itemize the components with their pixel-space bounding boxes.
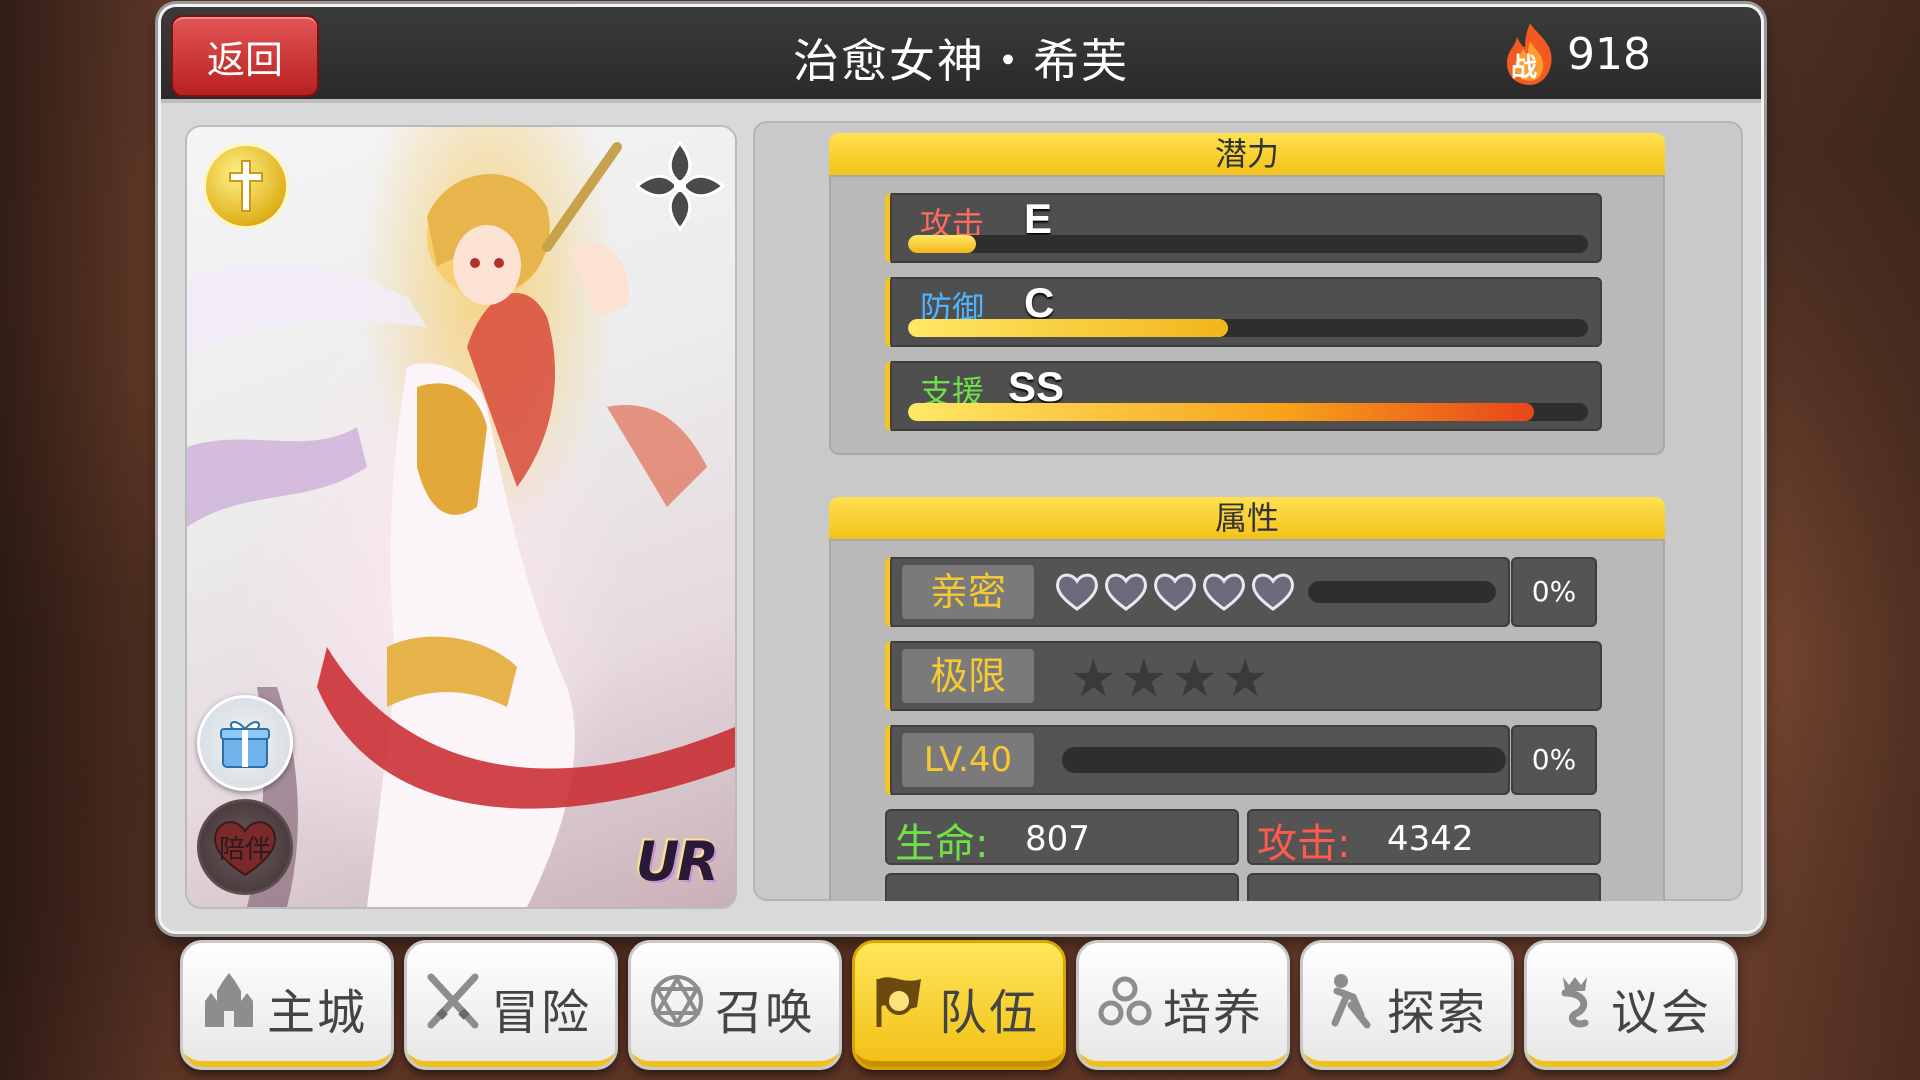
heart-icon [1252, 573, 1294, 611]
level-percent: 0% [1511, 725, 1597, 795]
star-icon: ★ [1171, 649, 1218, 709]
heart-icon [1203, 573, 1245, 611]
level-row: LV.40 [885, 725, 1510, 795]
stat-attack: 攻击: 4342 [1247, 809, 1601, 867]
stat-hp-value: 807 [1025, 819, 1090, 859]
potential-row-support: 支援 SS [885, 361, 1602, 431]
rarity-badge: UR [635, 830, 719, 893]
class-cross-icon [203, 143, 289, 229]
stat-attack-value: 4342 [1387, 819, 1474, 859]
title-bar: 返回 治愈女神・希芙 战 918 [161, 7, 1761, 103]
bubbles-icon [1098, 976, 1152, 1026]
star-icon: ★ [1070, 649, 1117, 709]
nav-explore[interactable]: 探索 [1300, 940, 1514, 1070]
hero-artwork [187, 142, 735, 907]
info-panel[interactable]: 潜力 攻击 E 防御 C 支援 SS 属性 亲密 0% 极限 ★ ★ ★ ★ L… [753, 121, 1743, 901]
hero-portrait[interactable]: 陪伴 UR [187, 127, 735, 907]
intimacy-row: 亲密 [885, 557, 1510, 627]
star-icon: ★ [1221, 649, 1269, 709]
nav-council[interactable]: 议会 [1524, 940, 1738, 1070]
nav-label-adventure: 冒险 [491, 985, 592, 1041]
explorer-icon [1331, 974, 1371, 1029]
stat-row-partial-right [1247, 873, 1601, 901]
intimacy-bar [1308, 581, 1496, 603]
limit-label: 极限 [902, 649, 1034, 703]
hero-detail-panel: 返回 治愈女神・希芙 战 918 陪伴 UR 潜力 攻击 E 防御 C 支援 S… [158, 4, 1764, 934]
nav-team[interactable]: 队伍 [852, 940, 1066, 1070]
nav-label-summon: 召唤 [715, 985, 816, 1041]
nav-main-city[interactable]: 主城 [180, 940, 394, 1070]
stat-hp: 生命: 807 [885, 809, 1239, 867]
nav-label-explore: 探索 [1387, 985, 1488, 1041]
background-right [1750, 0, 1920, 1080]
level-label: LV.40 [902, 733, 1034, 787]
power-value: 918 [1567, 28, 1651, 80]
flame-icon: 战 [1501, 21, 1559, 87]
crossed-swords-icon [427, 973, 479, 1029]
team-flag-icon [876, 977, 921, 1027]
nav-adventure[interactable]: 冒险 [404, 940, 618, 1070]
nav-summon[interactable]: 召唤 [628, 940, 842, 1070]
potential-fill-support [908, 403, 1534, 421]
potential-row-defense: 防御 C [885, 277, 1602, 347]
hexagram-icon [651, 975, 703, 1027]
attributes-header: 属性 [829, 497, 1665, 539]
star-icon: ★ [1120, 649, 1168, 709]
council-icon [1561, 977, 1589, 1028]
potential-bar-support [908, 403, 1588, 421]
nav-label-train: 培养 [1163, 985, 1264, 1041]
nav-label-council: 议会 [1611, 985, 1712, 1041]
companion-label: 陪伴 [218, 834, 271, 865]
intimacy-label: 亲密 [902, 565, 1034, 619]
background-left [0, 0, 160, 1080]
intimacy-percent: 0% [1511, 557, 1597, 627]
potential-bar-defense [908, 319, 1588, 337]
potential-fill-defense [908, 319, 1228, 337]
nav-label-main-city: 主城 [267, 985, 368, 1041]
attributes-section: 亲密 0% 极限 ★ ★ ★ ★ LV.40 0% 生命: 807 攻击: 43… [829, 539, 1665, 901]
castle-icon [205, 973, 253, 1027]
potential-fill-attack [908, 235, 976, 253]
potential-header: 潜力 [829, 133, 1665, 175]
heart-icon [1056, 573, 1098, 611]
companion-button[interactable]: 陪伴 [197, 799, 293, 895]
gift-icon [220, 721, 270, 768]
limit-stars: ★ ★ ★ ★ [1070, 649, 1273, 709]
potential-bar-attack [908, 235, 1588, 253]
dark-flower-icon [633, 139, 727, 233]
potential-section: 攻击 E 防御 C 支援 SS [829, 175, 1665, 455]
stat-attack-label: 攻击: [1257, 821, 1351, 867]
gift-button[interactable] [197, 695, 293, 791]
stat-row-partial-left [885, 873, 1239, 901]
nav-train[interactable]: 培养 [1076, 940, 1290, 1070]
stat-hp-label: 生命: [895, 821, 989, 867]
heart-icon [1105, 573, 1147, 611]
power-icon-text: 战 [1511, 53, 1538, 83]
combat-power: 战 918 [1501, 21, 1651, 87]
limit-row: 极限 ★ ★ ★ ★ [885, 641, 1602, 711]
intimacy-hearts [1054, 571, 1299, 611]
level-bar [1062, 747, 1506, 773]
bottom-nav: 主城 冒险 召唤 队伍 培养 探索 议会 [180, 940, 1740, 1070]
heart-icon [1154, 573, 1196, 611]
nav-label-team: 队伍 [939, 985, 1040, 1041]
potential-row-attack: 攻击 E [885, 193, 1602, 263]
